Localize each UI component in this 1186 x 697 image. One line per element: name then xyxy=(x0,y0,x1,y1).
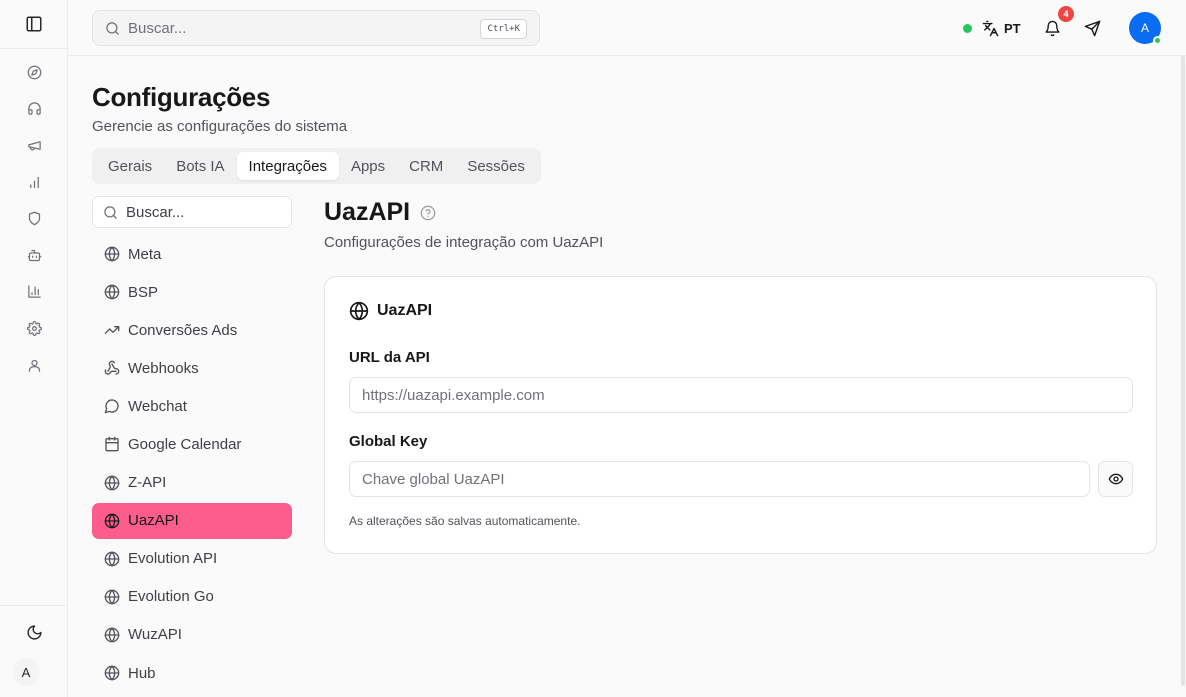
globe-icon xyxy=(104,475,120,491)
list-item-bsp[interactable]: BSP xyxy=(92,274,292,310)
search-icon xyxy=(105,21,120,36)
integration-search[interactable]: Buscar... xyxy=(92,196,292,228)
search-placeholder: Buscar... xyxy=(128,19,187,37)
shortcut-hint: Ctrl+K xyxy=(480,19,527,39)
tab-integracoes[interactable]: Integrações xyxy=(236,152,339,180)
gear-icon[interactable] xyxy=(0,310,68,347)
top-bar: Buscar... Ctrl+K PT 4 A xyxy=(68,0,1186,56)
list-item-conversoes-ads[interactable]: Conversões Ads xyxy=(92,312,292,348)
notification-badge: 4 xyxy=(1058,6,1074,22)
globe-icon xyxy=(104,665,120,681)
list-item-wuzapi[interactable]: WuzAPI xyxy=(92,617,292,653)
sidebar-toggle-icon[interactable] xyxy=(22,12,46,36)
list-item-webchat[interactable]: Webchat xyxy=(92,388,292,424)
search-icon xyxy=(103,205,118,220)
tab-bots-ia[interactable]: Bots IA xyxy=(164,152,236,180)
list-item-uazapi[interactable]: UazAPI xyxy=(92,502,292,539)
list-item-label: Conversões Ads xyxy=(128,321,238,339)
page-subtitle: Gerencie as configurações do sistema xyxy=(92,118,348,135)
megaphone-icon[interactable] xyxy=(0,127,68,164)
compass-icon[interactable] xyxy=(0,54,68,91)
online-status-dot xyxy=(1153,36,1162,45)
card-title: UazAPI xyxy=(377,302,433,319)
globe-icon xyxy=(104,284,120,300)
calendar-icon xyxy=(104,436,120,452)
chat-bubble-icon xyxy=(104,398,120,414)
list-item-label: Evolution Go xyxy=(128,588,214,606)
rail-nav xyxy=(0,54,68,383)
webhook-icon xyxy=(104,360,120,376)
tab-crm[interactable]: CRM xyxy=(397,152,455,180)
language-label: PT xyxy=(1004,20,1021,36)
list-item-label: Webhooks xyxy=(128,359,199,377)
list-item-label: Evolution API xyxy=(128,550,218,568)
list-item-label: BSP xyxy=(128,283,159,301)
integration-search-placeholder: Buscar... xyxy=(126,203,185,221)
page-scrollbar[interactable] xyxy=(1180,56,1186,697)
list-item-label: Hub xyxy=(128,664,156,682)
autosave-note: As alterações são salvas automaticamente… xyxy=(349,514,581,528)
api-url-input[interactable] xyxy=(349,377,1133,413)
page-title: Configurações xyxy=(92,82,271,112)
shield-icon[interactable] xyxy=(0,200,68,237)
bot-icon[interactable] xyxy=(0,237,68,274)
eye-icon[interactable] xyxy=(1098,461,1133,497)
globe-icon xyxy=(104,627,120,643)
left-rail: A xyxy=(0,0,68,697)
globe-icon xyxy=(104,589,120,605)
connection-status-dot xyxy=(963,24,972,33)
scrollbar-thumb[interactable] xyxy=(1181,56,1185,686)
tab-sessoes[interactable]: Sessões xyxy=(455,152,537,180)
trending-up-icon xyxy=(104,322,120,338)
help-circle-icon[interactable] xyxy=(420,205,436,221)
globe-icon xyxy=(349,301,369,321)
rail-divider xyxy=(0,605,68,606)
integration-list: Meta BSP Conversões Ads Webhooks Webchat… xyxy=(92,236,292,693)
bar-chart-icon[interactable] xyxy=(0,164,68,201)
list-item-evolution-go[interactable]: Evolution Go xyxy=(92,579,292,615)
list-item-hub[interactable]: Hub xyxy=(92,655,292,691)
list-item-label: WuzAPI xyxy=(128,626,182,644)
list-item-label: Z-API xyxy=(128,474,167,492)
chart-icon[interactable] xyxy=(0,274,68,311)
list-item-webhooks[interactable]: Webhooks xyxy=(92,350,292,386)
headphones-icon[interactable] xyxy=(0,91,68,128)
user-icon[interactable] xyxy=(0,347,68,384)
global-key-label: Global Key xyxy=(349,433,428,450)
globe-icon xyxy=(104,513,120,529)
list-item-google-calendar[interactable]: Google Calendar xyxy=(92,426,292,462)
card-header: UazAPI xyxy=(349,301,432,321)
integration-card: UazAPI URL da API Global Key As alteraçõ… xyxy=(324,276,1157,554)
list-item-label: Webchat xyxy=(128,397,187,415)
list-item-evolution-api[interactable]: Evolution API xyxy=(92,541,292,577)
moon-icon[interactable] xyxy=(22,620,46,644)
globe-icon xyxy=(104,551,120,567)
api-url-label: URL da API xyxy=(349,349,430,366)
list-item-label: Google Calendar xyxy=(128,435,242,453)
global-search[interactable]: Buscar... Ctrl+K xyxy=(92,10,540,46)
send-icon[interactable] xyxy=(1080,16,1104,40)
globe-icon xyxy=(104,246,120,262)
list-item-label: UazAPI xyxy=(128,512,179,530)
global-key-input[interactable] xyxy=(349,461,1090,497)
settings-tabs: Gerais Bots IA Integrações Apps CRM Sess… xyxy=(92,148,541,184)
integration-title: UazAPI xyxy=(324,198,436,227)
list-item-z-api[interactable]: Z-API xyxy=(92,465,292,501)
tab-gerais[interactable]: Gerais xyxy=(96,152,164,180)
rail-divider xyxy=(0,48,68,49)
list-item-meta[interactable]: Meta xyxy=(92,236,292,272)
tab-apps[interactable]: Apps xyxy=(339,152,397,180)
language-switcher[interactable]: PT xyxy=(982,16,1021,40)
integration-subtitle: Configurações de integração com UazAPI xyxy=(324,234,604,251)
list-item-label: Meta xyxy=(128,245,162,263)
integration-title-text: UazAPI xyxy=(324,198,411,226)
rail-avatar[interactable]: A xyxy=(12,658,40,686)
translate-icon xyxy=(982,20,999,37)
